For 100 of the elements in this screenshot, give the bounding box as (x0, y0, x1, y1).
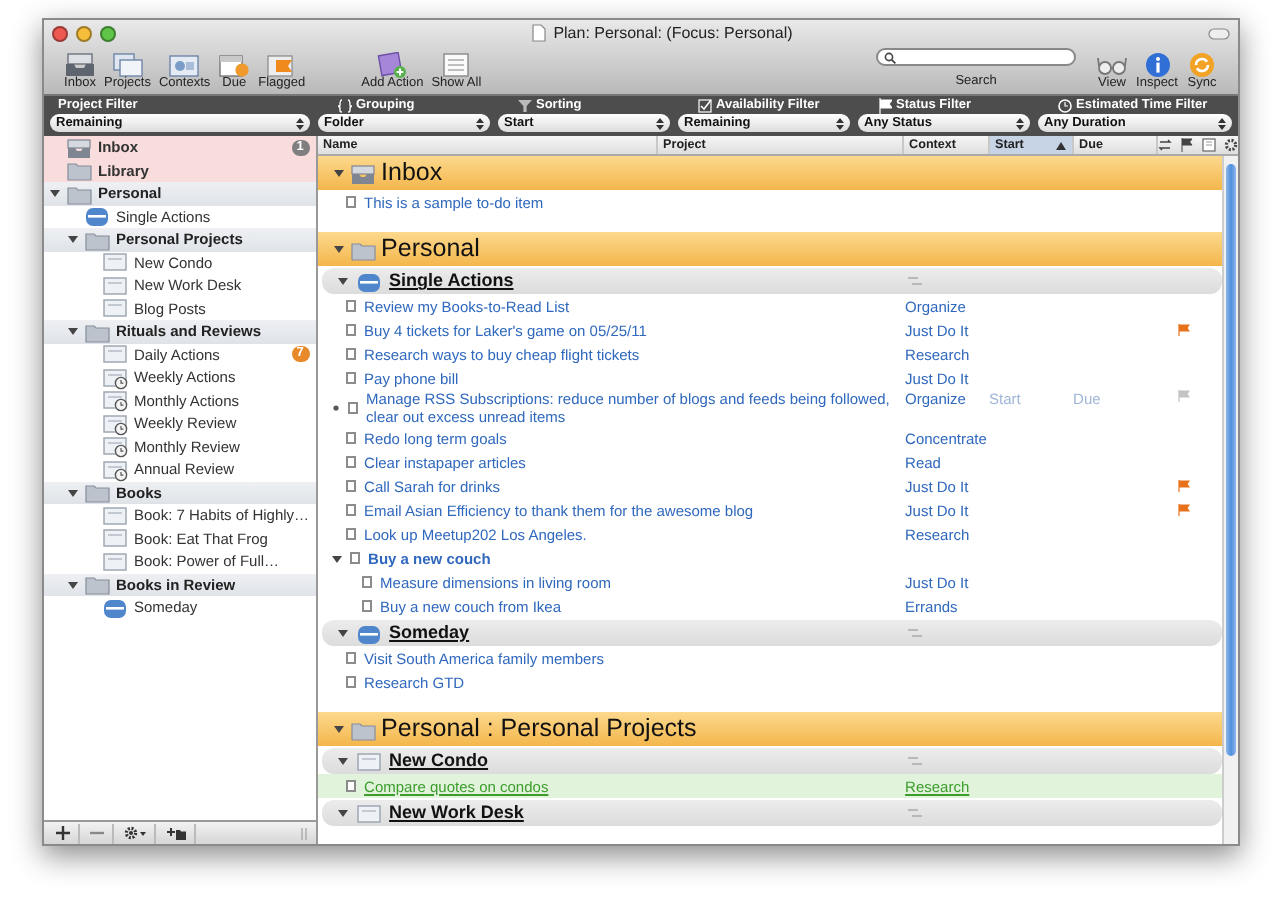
folder-header[interactable]: Personal : Personal Projects (317, 712, 1222, 746)
checkbox[interactable] (345, 456, 357, 468)
document-icon (531, 24, 546, 42)
sync-icon (1186, 51, 1218, 77)
funnel-icon (518, 98, 532, 114)
single-actions-icon (102, 595, 128, 620)
note-icon[interactable] (1201, 138, 1216, 152)
checkbox[interactable] (345, 432, 357, 444)
checkbox[interactable] (345, 324, 357, 336)
window-title: Plan: Personal: (Focus: Personal) (553, 23, 793, 43)
zoom-button[interactable] (100, 25, 116, 41)
project-icon (102, 250, 128, 275)
folder-icon (84, 480, 110, 505)
checkbox[interactable] (347, 402, 359, 414)
close-button[interactable] (52, 25, 68, 41)
toolbar-toggle-icon[interactable] (1208, 27, 1230, 39)
project-icon (102, 549, 128, 574)
minus-icon (90, 826, 104, 840)
project-icon (102, 342, 128, 367)
search-icon (884, 51, 897, 64)
project-icon (102, 296, 128, 321)
sort-arrow-icon (1055, 141, 1066, 149)
project-icon (355, 749, 382, 773)
disclosure-triangle-icon[interactable] (68, 326, 78, 337)
repeat-icon[interactable] (1157, 138, 1172, 152)
folder-title: Personal (381, 234, 480, 264)
inbox-icon (349, 161, 376, 185)
add-action-icon (376, 51, 409, 77)
project-title[interactable]: Single Actions (389, 270, 514, 292)
checkbox[interactable] (345, 676, 357, 688)
project-title[interactable]: New Work Desk (389, 802, 524, 824)
disclosure-triangle-icon[interactable] (68, 579, 78, 590)
project-header[interactable]: Single Actions (321, 268, 1222, 294)
disclosure-triangle-icon[interactable] (337, 276, 348, 286)
checkbox[interactable] (345, 480, 357, 492)
single-actions-icon (84, 204, 110, 229)
disclosure-triangle-icon[interactable] (68, 487, 78, 498)
single-actions-icon (355, 621, 382, 645)
gear-icon[interactable] (1223, 138, 1238, 152)
project-icon (355, 801, 382, 825)
updown-arrows-icon (1218, 117, 1226, 129)
checkbox[interactable] (361, 576, 373, 588)
project-header[interactable]: Someday (321, 620, 1222, 646)
checkbox[interactable] (345, 652, 357, 664)
disclosure-triangle-icon[interactable] (333, 168, 344, 178)
folder-icon (84, 572, 110, 597)
folder-icon (84, 227, 110, 252)
calendar-icon (218, 51, 251, 77)
disclosure-triangle-icon[interactable] (337, 628, 348, 638)
checkbox[interactable] (345, 300, 357, 312)
project-header[interactable]: New Work Desk (321, 800, 1222, 826)
disclosure-triangle-icon[interactable] (331, 553, 342, 563)
drag-handle-icon[interactable] (331, 404, 340, 412)
checkbox[interactable] (345, 348, 357, 360)
folder-icon (349, 237, 376, 261)
flag-icon[interactable] (1179, 138, 1194, 152)
checkbox[interactable] (361, 600, 373, 612)
updown-arrows-icon (1016, 117, 1024, 129)
flag-icon (1178, 480, 1190, 492)
checkbox[interactable] (345, 372, 357, 384)
inbox-icon (66, 135, 92, 160)
checkbox[interactable] (345, 528, 357, 540)
folder-title: Personal : Personal Projects (381, 714, 697, 744)
contexts-icon (168, 51, 201, 77)
checkbox-icon (698, 98, 712, 114)
projects-icon (111, 51, 144, 77)
folder-title: Inbox (381, 158, 443, 188)
disclosure-triangle-icon[interactable] (333, 244, 344, 254)
folder-icon (84, 319, 110, 344)
updown-arrows-icon (656, 117, 664, 129)
repeating-project-icon (102, 434, 128, 459)
checkbox[interactable] (349, 552, 361, 564)
disclosure-triangle-icon[interactable] (50, 188, 60, 199)
updown-arrows-icon (836, 117, 844, 129)
project-title[interactable]: New Condo (389, 750, 489, 772)
project-header[interactable]: New Condo (321, 748, 1222, 774)
folder-header[interactable]: Personal (317, 232, 1222, 266)
updown-arrows-icon (476, 117, 484, 129)
checkbox[interactable] (345, 780, 357, 792)
project-icon (102, 273, 128, 298)
search-field[interactable] (876, 48, 1077, 67)
minimize-button[interactable] (76, 25, 92, 41)
action-list-icon (907, 808, 922, 818)
resize-grip-icon[interactable] (299, 827, 310, 839)
repeating-project-icon (102, 365, 128, 390)
project-title[interactable]: Someday (389, 622, 470, 644)
disclosure-triangle-icon[interactable] (337, 756, 348, 766)
repeating-project-icon (102, 411, 128, 436)
flag-icon (265, 51, 298, 77)
checkbox[interactable] (345, 196, 357, 208)
disclosure-triangle-icon[interactable] (68, 234, 78, 245)
disclosure-triangle-icon[interactable] (337, 808, 348, 818)
inbox-icon (64, 51, 96, 77)
folder-header[interactable]: Inbox (317, 156, 1222, 190)
braces-icon (338, 98, 352, 114)
checkbox[interactable] (345, 504, 357, 516)
scrollbar-thumb[interactable] (1226, 164, 1236, 756)
project-icon (102, 503, 128, 528)
action-list-icon (907, 276, 922, 286)
disclosure-triangle-icon[interactable] (333, 724, 344, 734)
